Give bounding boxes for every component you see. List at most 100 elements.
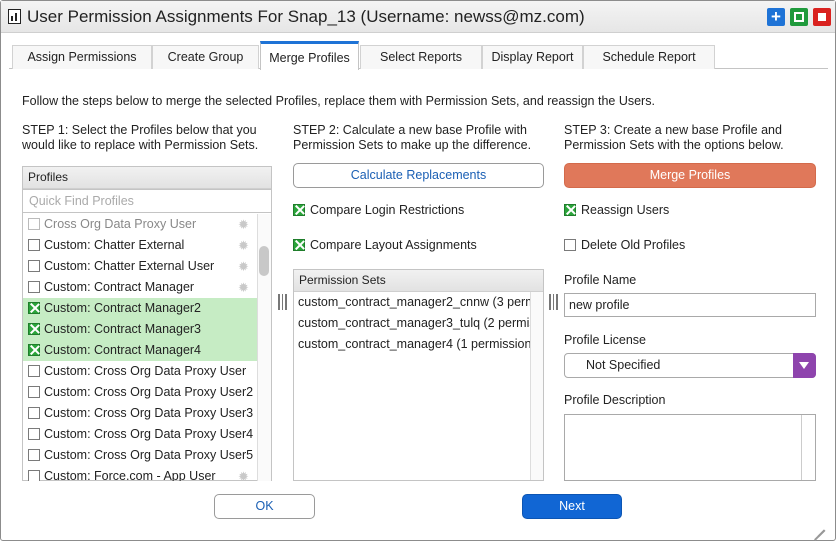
permission-sets-list: custom_contract_manager2_cnnw (3 permiss…: [294, 292, 530, 480]
permission-window: User Permission Assignments For Snap_13 …: [0, 0, 836, 541]
calculate-replacements-button[interactable]: Calculate Replacements: [293, 163, 544, 188]
profiles-header: Profiles: [23, 167, 271, 189]
profile-checkbox[interactable]: [28, 239, 40, 251]
resize-handle-icon[interactable]: [811, 516, 825, 540]
compare-layout-checkbox[interactable]: [293, 239, 305, 251]
profile-label: Custom: Cross Org Data Proxy User4: [44, 427, 254, 441]
compare-layout-option[interactable]: Compare Layout Assignments: [293, 237, 477, 253]
ok-button[interactable]: OK: [214, 494, 315, 519]
profile-row[interactable]: Custom: Contract Manager ✹: [23, 277, 257, 298]
profile-row[interactable]: Custom: Cross Org Data Proxy User5: [23, 445, 257, 466]
profile-row[interactable]: Custom: Chatter External User ✹: [23, 256, 257, 277]
profile-row[interactable]: Custom: Cross Org Data Proxy User2: [23, 382, 257, 403]
profile-row[interactable]: Custom: Cross Org Data Proxy User3: [23, 403, 257, 424]
tab-display-report[interactable]: Display Report: [482, 45, 583, 69]
profile-checkbox[interactable]: [28, 470, 40, 481]
reassign-users-option[interactable]: Reassign Users: [564, 202, 669, 218]
quick-find-input[interactable]: Quick Find Profiles: [23, 189, 271, 213]
window-title: User Permission Assignments For Snap_13 …: [27, 7, 585, 26]
profile-checkbox[interactable]: [28, 302, 40, 314]
profile-checkbox[interactable]: [28, 323, 40, 335]
profiles-scroll-thumb[interactable]: [259, 246, 269, 276]
gear-icon: ✹: [238, 217, 249, 232]
instructions: Follow the steps below to merge the sele…: [22, 94, 655, 108]
profile-row[interactable]: Custom: Contract Manager4: [23, 340, 257, 361]
gear-icon: ✹: [238, 259, 249, 274]
profile-checkbox[interactable]: [28, 344, 40, 356]
step1-text: STEP 1: Select the Profiles below that y…: [22, 123, 259, 152]
profile-row[interactable]: Custom: Chatter External ✹: [23, 235, 257, 256]
profiles-panel: Profiles Quick Find Profiles Cross Org D…: [22, 166, 272, 481]
profile-license-select[interactable]: Not Specified: [564, 353, 816, 378]
permission-sets-header: Permission Sets: [294, 270, 543, 292]
step2-text: STEP 2: Calculate a new base Profile wit…: [293, 123, 532, 152]
delete-old-profiles-label: Delete Old Profiles: [581, 238, 686, 252]
profile-label: Custom: Force.com - App User: [44, 469, 216, 481]
description-scrollbar[interactable]: [801, 415, 815, 480]
reassign-users-checkbox[interactable]: [564, 204, 576, 216]
profile-checkbox[interactable]: [28, 449, 40, 461]
next-button[interactable]: Next: [522, 494, 622, 519]
profile-label: Custom: Contract Manager2: [44, 301, 202, 315]
permission-set-row[interactable]: custom_contract_manager2_cnnw (3 permiss…: [294, 292, 530, 313]
profile-label: Custom: Contract Manager4: [44, 343, 202, 357]
close-icon[interactable]: [813, 8, 831, 26]
tab-assign-permissions[interactable]: Assign Permissions: [12, 45, 152, 69]
step3-text: STEP 3: Create a new base Profile and Pe…: [564, 123, 784, 152]
profile-checkbox[interactable]: [28, 407, 40, 419]
add-icon[interactable]: +: [767, 8, 785, 26]
profile-row[interactable]: Custom: Cross Org Data Proxy User4: [23, 424, 257, 445]
profile-license-label: Profile License: [564, 333, 646, 347]
profile-description-textarea[interactable]: [564, 414, 816, 481]
reassign-users-label: Reassign Users: [581, 203, 670, 217]
profile-row[interactable]: Custom: Contract Manager3: [23, 319, 257, 340]
profile-row[interactable]: Custom: Cross Org Data Proxy User: [23, 361, 257, 382]
profile-row[interactable]: Custom: Contract Manager2: [23, 298, 257, 319]
profile-license-value: Not Specified: [586, 358, 661, 372]
tab-select-reports[interactable]: Select Reports: [360, 45, 482, 69]
profiles-list: Cross Org Data Proxy User ✹ Custom: Chatte…: [23, 214, 257, 481]
profile-label: Cross Org Data Proxy User: [44, 217, 197, 231]
profile-label: Custom: Cross Org Data Proxy User5: [44, 448, 254, 462]
tab-create-group[interactable]: Create Group: [152, 45, 259, 69]
profile-checkbox[interactable]: [28, 386, 40, 398]
profile-description-label: Profile Description: [564, 393, 666, 407]
delete-old-profiles-option[interactable]: Delete Old Profiles: [564, 237, 685, 253]
compare-login-checkbox[interactable]: [293, 204, 305, 216]
profile-checkbox[interactable]: [28, 260, 40, 272]
profile-label: Custom: Chatter External User: [44, 259, 215, 273]
profile-label: Custom: Chatter External: [44, 238, 185, 252]
profile-label: Custom: Contract Manager: [44, 280, 195, 294]
tab-bar: Assign Permissions Create Group Merge Pr…: [9, 41, 828, 70]
gear-icon: ✹: [238, 280, 249, 295]
profile-checkbox[interactable]: [28, 281, 40, 293]
profile-checkbox[interactable]: [28, 428, 40, 440]
profile-checkbox: [28, 218, 40, 230]
gear-icon: ✹: [238, 238, 249, 253]
profile-name-input[interactable]: new profile: [564, 293, 816, 317]
profile-name-label: Profile Name: [564, 273, 637, 287]
profile-label: Custom: Cross Org Data Proxy User: [44, 364, 247, 378]
profile-label: Custom: Cross Org Data Proxy User3: [44, 406, 254, 420]
compare-login-option[interactable]: Compare Login Restrictions: [293, 202, 464, 218]
tab-merge-profiles[interactable]: Merge Profiles: [260, 41, 359, 70]
profile-checkbox[interactable]: [28, 365, 40, 377]
gear-icon: ✹: [238, 469, 249, 481]
profile-row[interactable]: Custom: Force.com - App User ✹: [23, 466, 257, 481]
tab-schedule-report[interactable]: Schedule Report: [583, 45, 715, 69]
compare-login-label: Compare Login Restrictions: [310, 203, 465, 217]
profile-label: Custom: Cross Org Data Proxy User2: [44, 385, 254, 399]
report-icon: [8, 9, 21, 24]
title-bar: User Permission Assignments For Snap_13 …: [1, 1, 835, 33]
maximize-icon[interactable]: [790, 8, 808, 26]
permission-set-row[interactable]: custom_contract_manager3_tulq (2 permiss…: [294, 313, 530, 334]
compare-layout-label: Compare Layout Assignments: [310, 238, 477, 252]
permission-set-row[interactable]: custom_contract_manager4 (1 permission): [294, 334, 530, 355]
merge-profiles-button[interactable]: Merge Profiles: [564, 163, 816, 188]
delete-old-profiles-checkbox[interactable]: [564, 239, 576, 251]
resize-grip-left[interactable]: [278, 294, 287, 310]
resize-grip-right[interactable]: [549, 294, 558, 310]
permission-sets-scrollbar[interactable]: [530, 292, 543, 480]
profile-label: Custom: Contract Manager3: [44, 322, 202, 336]
chevron-down-icon[interactable]: [793, 353, 816, 378]
